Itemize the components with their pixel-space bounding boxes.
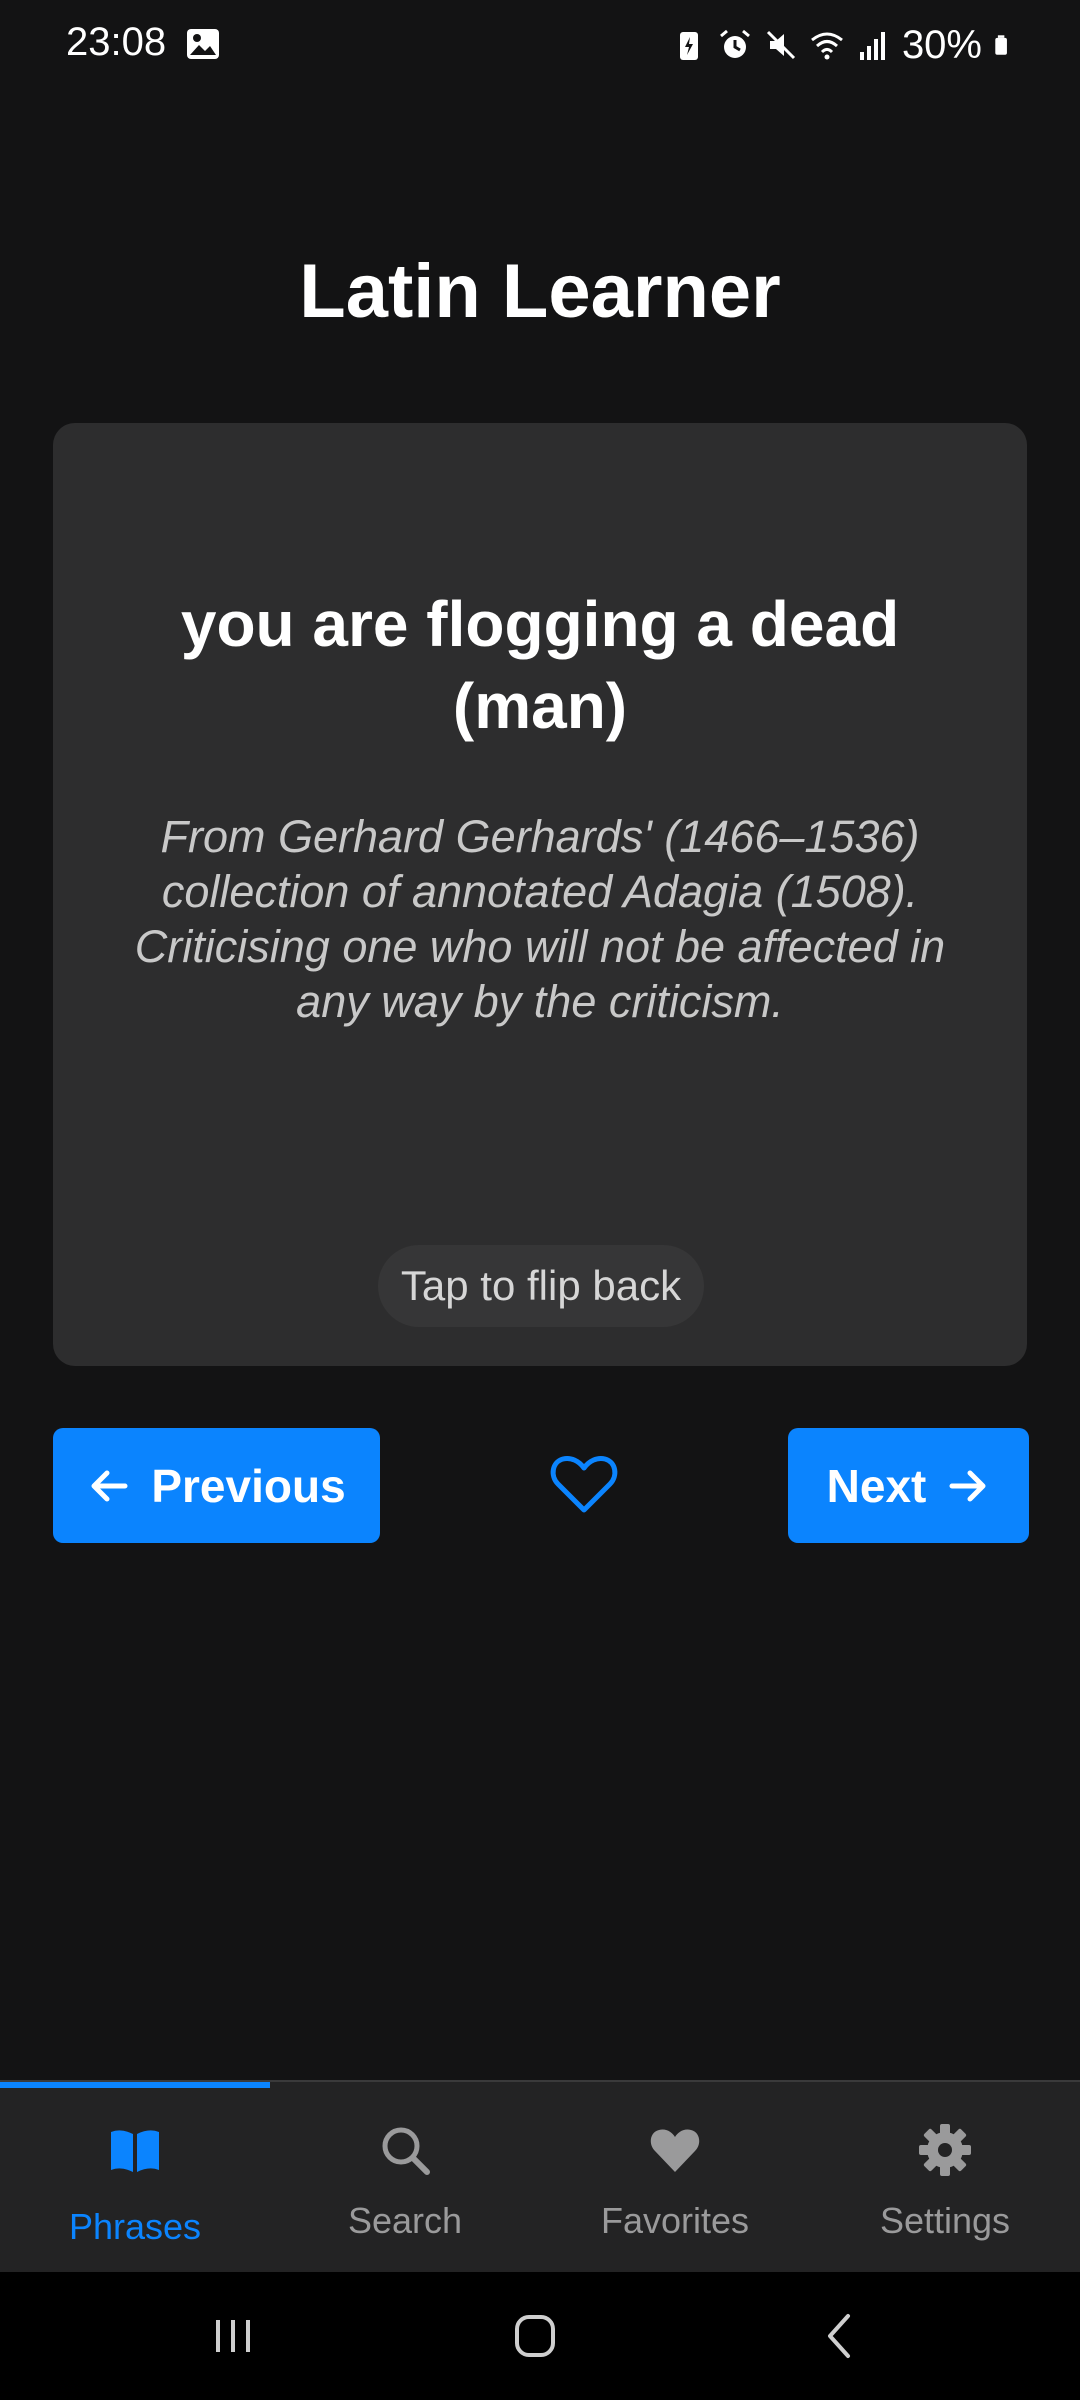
tab-phrases[interactable]: Phrases [0, 2082, 270, 2274]
image-icon [187, 29, 219, 59]
card-phrase: you are flogging a dead (man) [180, 588, 900, 742]
gear-icon [919, 2124, 971, 2176]
arrow-left-icon [91, 1470, 128, 1501]
tab-search[interactable]: Search [270, 2082, 540, 2274]
arrow-right-icon [949, 1470, 986, 1501]
tab-label: Favorites [600, 2200, 750, 2241]
tab-label: Phrases [68, 2206, 202, 2247]
next-label: Next [826, 1459, 927, 1512]
status-time: 23:08 [66, 20, 167, 64]
battery-percentage: 30% [901, 22, 982, 67]
system-nav-bar [0, 2272, 1080, 2400]
book-icon [111, 2130, 159, 2172]
wifi-icon [811, 32, 843, 60]
tab-settings[interactable]: Settings [810, 2082, 1080, 2274]
next-button[interactable]: Next [788, 1428, 1029, 1543]
signal-icon [859, 32, 885, 60]
home-icon[interactable] [500, 2304, 570, 2368]
card-description: From Gerhard Gerhards' (1466–1536) colle… [134, 811, 946, 1027]
battery-saver-icon [679, 32, 698, 60]
battery-icon [995, 35, 1007, 55]
previous-label: Previous [151, 1459, 346, 1512]
page-title: Latin Learner [299, 249, 781, 334]
back-icon[interactable] [804, 2304, 874, 2368]
tab-label: Search [347, 2200, 463, 2241]
heart-icon [650, 2129, 700, 2172]
tab-favorites[interactable]: Favorites [540, 2082, 810, 2274]
mute-icon [766, 30, 795, 60]
recent-apps-icon[interactable] [198, 2304, 268, 2368]
heart-outline-icon[interactable] [548, 1448, 620, 1520]
search-icon [382, 2127, 430, 2175]
status-bar: 23:08 30% [0, 0, 1080, 90]
previous-button[interactable]: Previous [53, 1428, 380, 1543]
flashcard[interactable]: you are flogging a dead (man) From Gerha… [53, 423, 1027, 1366]
bottom-tab-bar: Phrases Search Favorites Settings [0, 2080, 1080, 2274]
flip-back-hint[interactable]: Tap to flip back [378, 1245, 704, 1327]
tab-label: Settings [879, 2200, 1011, 2241]
alarm-icon [719, 29, 750, 58]
